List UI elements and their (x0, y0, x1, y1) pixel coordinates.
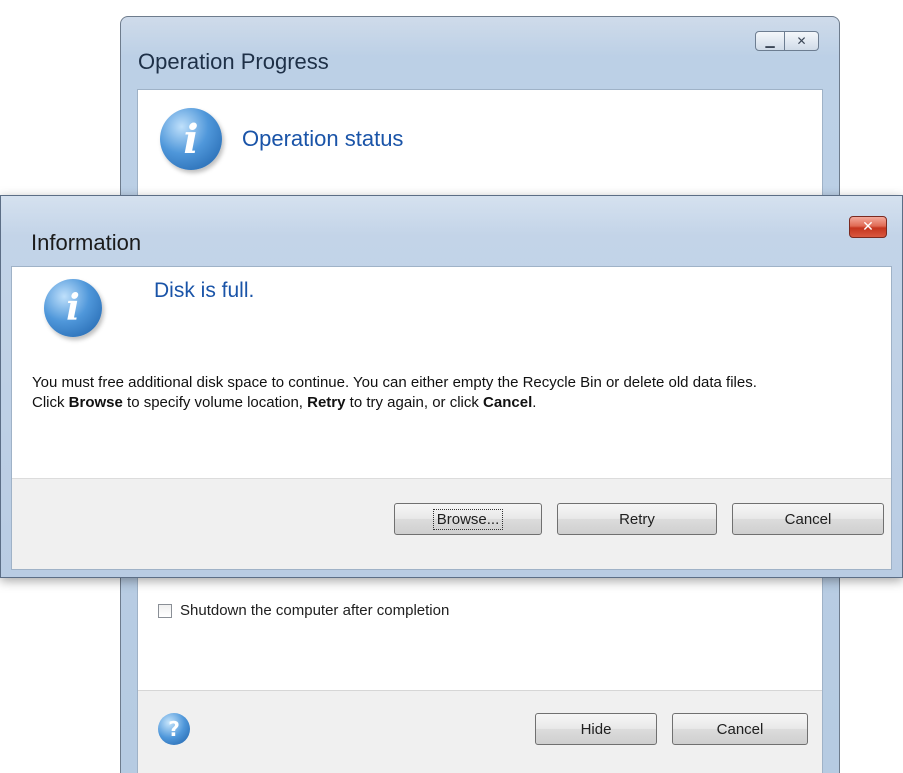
msg-retry-bold: Retry (307, 394, 346, 411)
close-button[interactable]: ✕ (785, 31, 819, 51)
information-dialog: Information ✕ i Disk is full. You must f… (0, 195, 903, 578)
shutdown-label-text: Shutdown the computer after completion (180, 602, 450, 619)
dialog-title: Information (31, 230, 142, 255)
retry-button-label: Retry (619, 510, 655, 528)
cancel-button-label: Cancel (784, 510, 832, 528)
msg-part: to specify volume location, (122, 394, 308, 411)
shutdown-checkbox-row[interactable]: Shutdown the computer after completion (158, 602, 449, 619)
dialog-message: You must free additional disk space to c… (32, 373, 882, 413)
window-title: Operation Progress (138, 49, 329, 74)
dialog-header: i Disk is full. (44, 277, 254, 337)
minimize-button[interactable]: ▁ (755, 31, 785, 51)
info-icon: i (44, 279, 102, 337)
dialog-heading: Disk is full. (154, 279, 255, 302)
close-icon: ✕ (796, 34, 807, 48)
window-footer: ? Hide Cancel (138, 690, 822, 773)
close-icon: ✕ (862, 219, 874, 235)
hide-button-label: Hide (580, 720, 612, 738)
msg-part: to try again, or click (345, 394, 484, 411)
progress-cancel-label: Cancel (716, 720, 764, 738)
info-icon: i (160, 108, 222, 170)
caption-buttons: ▁ ✕ (755, 31, 819, 51)
progress-cancel-button[interactable]: Cancel (672, 713, 808, 745)
message-line-1: You must free additional disk space to c… (32, 374, 757, 391)
shutdown-checkbox[interactable] (158, 603, 172, 618)
msg-part: Click (32, 394, 69, 411)
help-icon[interactable]: ? (158, 713, 190, 745)
msg-part: . (532, 394, 537, 411)
dialog-footer: Browse... Retry Cancel (12, 478, 891, 569)
dialog-close-button[interactable]: ✕ (849, 216, 887, 238)
cancel-button[interactable]: Cancel (732, 503, 884, 535)
retry-button[interactable]: Retry (557, 503, 717, 535)
status-heading: Operation status (242, 126, 404, 151)
minimize-icon: ▁ (765, 34, 775, 48)
browse-button[interactable]: Browse... (394, 503, 542, 535)
status-header: i Operation status (160, 108, 403, 170)
browse-button-label: Browse... (432, 508, 504, 530)
dialog-client-area: i Disk is full. You must free additional… (11, 266, 892, 570)
msg-browse-bold: Browse (68, 394, 123, 411)
message-line-2: Click Browse to specify volume location,… (32, 393, 882, 413)
hide-button[interactable]: Hide (535, 713, 657, 745)
msg-cancel-bold: Cancel (483, 394, 533, 411)
shutdown-checkbox-label[interactable]: Shutdown the computer after completion (180, 602, 449, 619)
